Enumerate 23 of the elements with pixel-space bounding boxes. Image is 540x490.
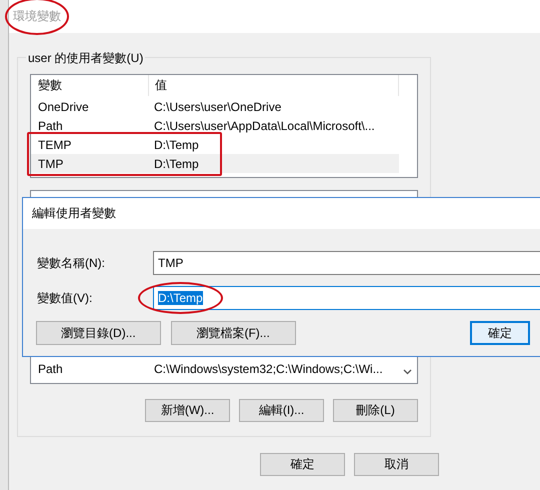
- group-label: user 的使用者變數(U): [26, 50, 146, 67]
- list-row[interactable]: OneDrive C:\Users\user\OneDrive: [31, 97, 417, 116]
- dialog-title: 編輯使用者變數: [32, 205, 116, 222]
- button[interactable]: 瀏覽目錄(D)...: [36, 321, 161, 345]
- list-row[interactable]: TEMP D:\Temp: [31, 135, 417, 154]
- field-label: 變數名稱(N):: [36, 254, 106, 272]
- button[interactable]: 取消: [354, 453, 439, 476]
- column-header[interactable]: 值: [149, 75, 399, 96]
- input-field[interactable]: TMP: [153, 251, 540, 275]
- field-label: 變數值(V):: [36, 290, 94, 306]
- button[interactable]: 編輯(I)...: [239, 399, 324, 422]
- list-row[interactable]: TMP D:\Temp: [31, 154, 399, 173]
- button[interactable]: 瀏覽檔案(F)...: [170, 321, 296, 345]
- list-row[interactable]: Path C:\Windows\system32;C:\Windows;C:\Wi...: [31, 361, 417, 377]
- window-title: 環境變數: [13, 8, 61, 25]
- button[interactable]: 刪除(L): [333, 399, 418, 422]
- button[interactable]: 確定: [260, 453, 345, 476]
- button[interactable]: 新增(W)...: [145, 399, 230, 422]
- column-header[interactable]: 變數: [31, 75, 149, 96]
- button[interactable]: 確定: [470, 321, 530, 345]
- list-row[interactable]: Path C:\Users\user\AppData\Local\Microsoft\...: [31, 116, 417, 135]
- input-field[interactable]: D:\Temp: [153, 286, 540, 310]
- chevron-down-icon[interactable]: [403, 369, 412, 375]
